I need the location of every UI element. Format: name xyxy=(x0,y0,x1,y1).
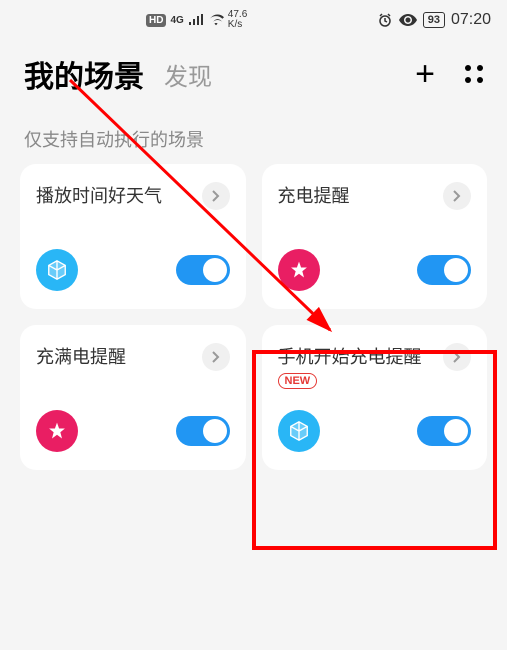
page-header: 我的场景 发现 + xyxy=(0,32,507,106)
status-bar: HD 4G 47.6 K/s 93 07:20 xyxy=(0,0,507,32)
header-actions: + xyxy=(415,55,483,94)
scene-toggle[interactable] xyxy=(176,416,230,446)
scene-title: 充电提醒 xyxy=(278,182,444,208)
battery-indicator: 93 xyxy=(423,12,445,28)
scene-title: 手机开始充电提醒 xyxy=(278,343,444,369)
scene-card[interactable]: 充满电提醒 xyxy=(20,325,246,470)
alarm-icon xyxy=(377,12,393,28)
cube-icon xyxy=(278,410,320,452)
clock-time: 07:20 xyxy=(451,11,491,29)
chevron-right-icon[interactable] xyxy=(202,343,230,371)
hd-badge: HD xyxy=(146,14,166,27)
scene-card[interactable]: 播放时间好天气 xyxy=(20,164,246,309)
section-label: 仅支持自动执行的场景 xyxy=(0,106,507,164)
scene-title: 播放时间好天气 xyxy=(36,182,202,208)
signal-icon xyxy=(188,14,204,26)
scene-card[interactable]: 手机开始充电提醒 NEW xyxy=(262,325,488,470)
scene-toggle[interactable] xyxy=(176,255,230,285)
new-badge: NEW xyxy=(278,373,318,389)
status-left: HD 4G 47.6 K/s xyxy=(146,10,247,30)
chevron-right-icon[interactable] xyxy=(443,182,471,210)
scene-toggle[interactable] xyxy=(417,255,471,285)
chevron-right-icon[interactable] xyxy=(202,182,230,210)
chevron-right-icon[interactable] xyxy=(443,343,471,371)
tab-discover[interactable]: 发现 xyxy=(164,57,212,92)
cube-icon xyxy=(36,249,78,291)
scene-card[interactable]: 充电提醒 xyxy=(262,164,488,309)
add-button[interactable]: + xyxy=(415,55,435,94)
network-type: 4G xyxy=(170,15,183,26)
scene-title: 充满电提醒 xyxy=(36,343,202,369)
wifi-icon xyxy=(208,14,224,26)
menu-button[interactable] xyxy=(465,65,483,83)
scene-cards-grid: 播放时间好天气 充电提醒 xyxy=(0,164,507,470)
star-icon xyxy=(36,410,78,452)
eye-icon xyxy=(399,14,417,26)
scene-toggle[interactable] xyxy=(417,416,471,446)
network-speed: 47.6 K/s xyxy=(228,10,247,30)
star-icon xyxy=(278,249,320,291)
tab-my-scenes[interactable]: 我的场景 xyxy=(24,52,144,96)
